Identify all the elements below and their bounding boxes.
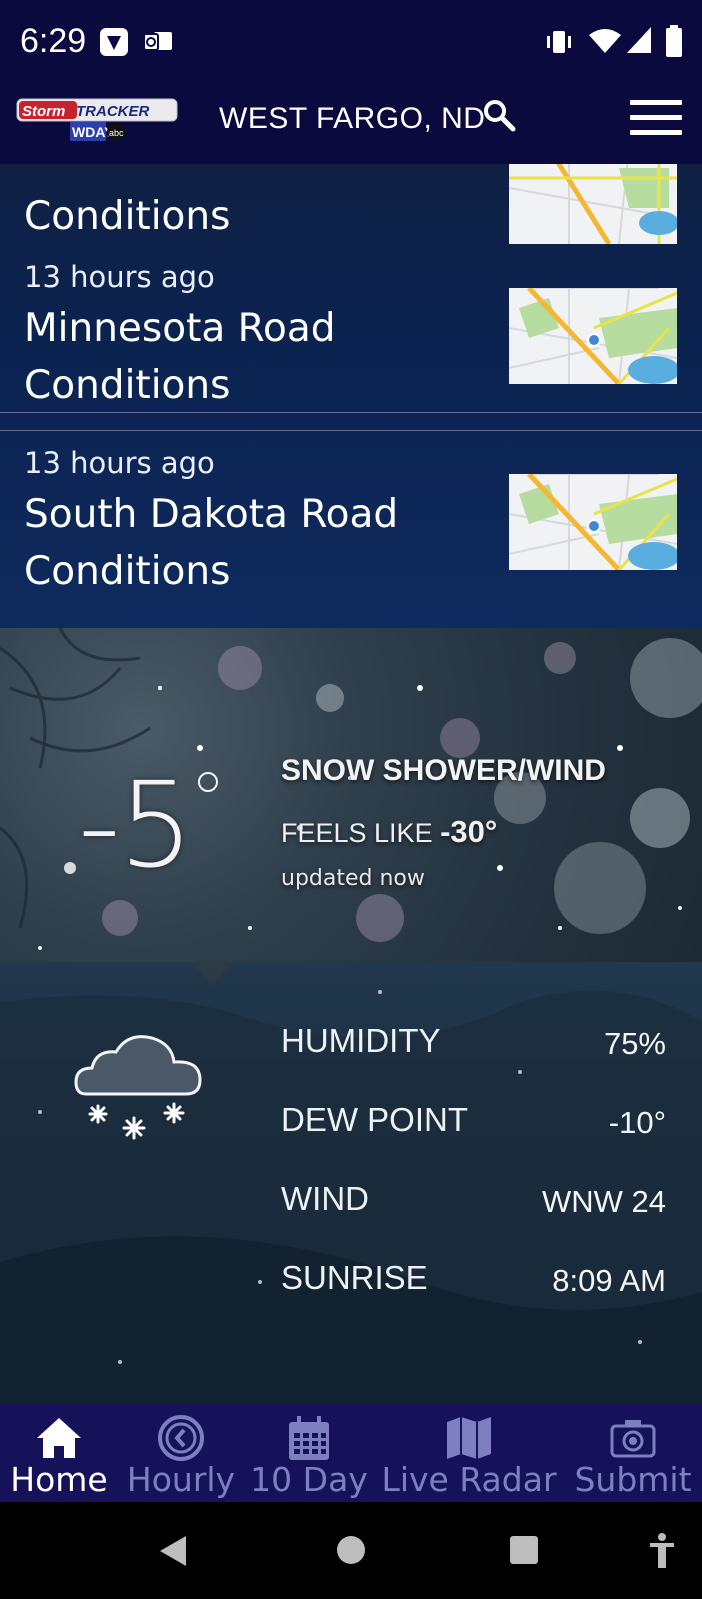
pointer-notch xyxy=(190,962,234,986)
humidity-value: 75% xyxy=(603,1026,666,1061)
tab-10-day[interactable]: 10 Day xyxy=(244,1404,374,1502)
map-icon xyxy=(447,1417,491,1459)
sunrise-value: 8:09 AM xyxy=(552,1263,666,1298)
recents-icon[interactable] xyxy=(509,1535,539,1565)
tab-label: 10 Day xyxy=(250,1460,368,1499)
map-thumbnail xyxy=(509,474,677,570)
news-item[interactable]: 13 hours ago South Dakota Road Condition… xyxy=(0,430,702,628)
news-time: 13 hours ago xyxy=(24,446,215,480)
news-title: Conditions xyxy=(24,194,231,239)
system-nav-bar xyxy=(0,1502,702,1599)
back-icon[interactable] xyxy=(158,1534,188,1568)
dew-point-label: DEW POINT xyxy=(281,1101,468,1138)
sunrise-label: SUNRISE xyxy=(281,1259,428,1296)
location-title[interactable]: WEST FARGO, ND xyxy=(219,102,485,136)
app-header: Storm TRACKER WDAY abc WEST FARGO, ND xyxy=(0,88,702,164)
news-item[interactable]: 13 hours ago Minnesota Road Conditions xyxy=(0,244,702,431)
svg-text:abc: abc xyxy=(109,128,124,138)
humidity-label: HUMIDITY xyxy=(281,1022,441,1059)
status-time: 6:29 xyxy=(20,22,87,60)
news-time: 13 hours ago xyxy=(24,260,215,294)
home-nav-icon[interactable] xyxy=(336,1535,366,1565)
bottom-tab-bar: Home Hourly 10 Day Live Radar Submit xyxy=(0,1404,702,1502)
tab-live-radar[interactable]: Live Radar xyxy=(374,1404,564,1502)
tab-label: Submit xyxy=(574,1460,692,1499)
news-list: Conditions 13 hours ago Minnesota Road C… xyxy=(0,164,702,628)
status-bar: 6:29 xyxy=(0,0,702,88)
camera-icon xyxy=(610,1420,656,1458)
feels-like-value: -30° xyxy=(440,814,498,849)
updated-text: updated now xyxy=(281,866,425,891)
svg-text:TRACKER: TRACKER xyxy=(76,103,149,120)
svg-text:Storm: Storm xyxy=(22,103,65,120)
calendar-icon xyxy=(289,1416,329,1460)
outlook-icon xyxy=(143,32,172,51)
vibrate-icon xyxy=(547,31,571,53)
snow-cloud-icon xyxy=(74,1035,202,1140)
tab-hourly[interactable]: Hourly xyxy=(118,1404,244,1502)
tab-label: Live Radar xyxy=(381,1460,557,1499)
weather-details: HUMIDITY 75% DEW POINT -10° WIND WNW 24 … xyxy=(0,962,702,1404)
signal-icon xyxy=(627,27,651,53)
notification-app-icon xyxy=(100,28,128,56)
clock-icon xyxy=(158,1415,204,1461)
wind-label: WIND xyxy=(281,1180,369,1217)
search-icon[interactable] xyxy=(482,98,516,132)
tab-label: Home xyxy=(10,1460,108,1499)
map-thumbnail xyxy=(509,164,677,244)
tab-submit[interactable]: Submit xyxy=(564,1404,702,1502)
dew-point-value: -10° xyxy=(608,1105,666,1140)
news-title: Minnesota Road Conditions xyxy=(24,306,336,408)
wind-value: WNW 24 xyxy=(542,1184,666,1219)
stormtracker-logo[interactable]: Storm TRACKER WDAY abc xyxy=(16,98,178,144)
feels-like-label: FEELS LIKE xyxy=(281,818,433,848)
condition-text: SNOW SHOWER/WIND xyxy=(281,754,606,787)
news-title: South Dakota Road Conditions xyxy=(24,492,399,594)
accessibility-icon[interactable] xyxy=(648,1532,676,1570)
home-icon xyxy=(37,1418,81,1458)
map-thumbnail xyxy=(509,288,677,384)
tab-label: Hourly xyxy=(126,1460,236,1499)
wifi-icon xyxy=(589,29,621,53)
hamburger-menu-icon[interactable] xyxy=(630,100,682,136)
feels-like: FEELS LIKE -30° xyxy=(281,814,497,850)
tab-home[interactable]: Home xyxy=(0,1404,118,1502)
current-temperature: -5 xyxy=(78,756,194,894)
degree-symbol xyxy=(198,772,218,792)
battery-icon xyxy=(666,25,682,57)
current-conditions[interactable]: -5 SNOW SHOWER/WIND FEELS LIKE -30° upda… xyxy=(0,628,702,962)
